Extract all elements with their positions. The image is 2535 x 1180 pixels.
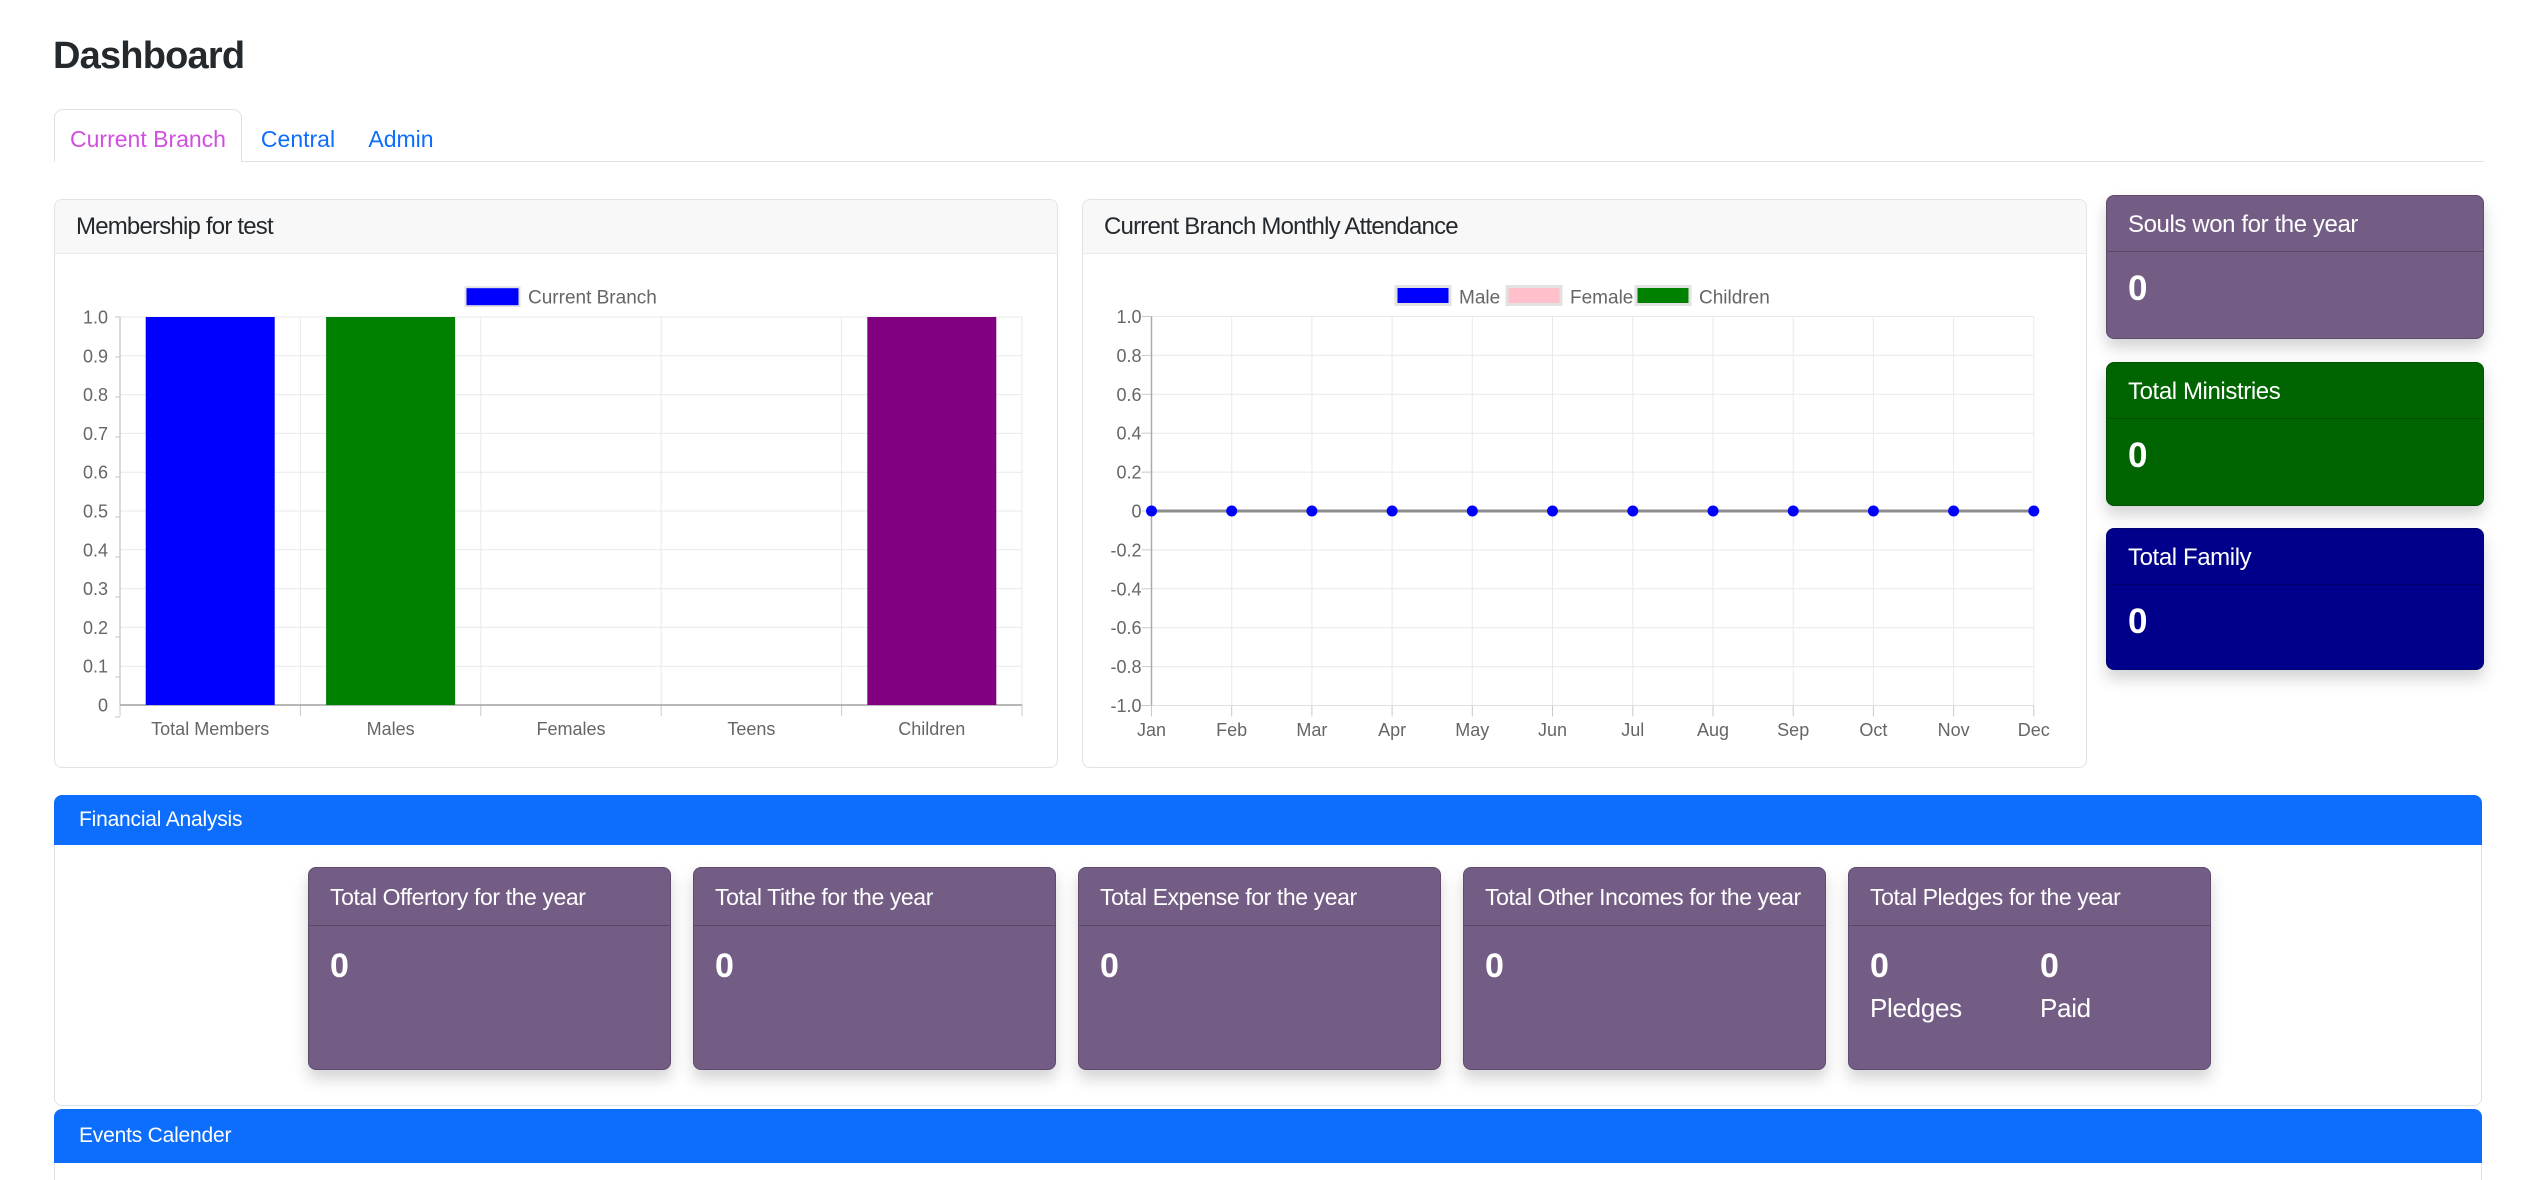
svg-text:Mar: Mar [1296, 720, 1327, 740]
svg-text:Aug: Aug [1697, 720, 1729, 740]
svg-text:0.6: 0.6 [1116, 385, 1141, 405]
svg-text:Total Members: Total Members [151, 719, 269, 739]
svg-text:0.9: 0.9 [83, 346, 108, 366]
svg-text:Males: Males [367, 719, 415, 739]
svg-text:0: 0 [1131, 502, 1141, 522]
svg-text:0.2: 0.2 [83, 618, 108, 638]
svg-text:0.4: 0.4 [1116, 424, 1141, 444]
svg-text:0.3: 0.3 [83, 579, 108, 599]
svg-text:0.2: 0.2 [1116, 463, 1141, 483]
svg-text:Apr: Apr [1378, 720, 1406, 740]
svg-text:Feb: Feb [1216, 720, 1247, 740]
svg-text:1.0: 1.0 [83, 308, 108, 328]
svg-text:Nov: Nov [1938, 720, 1970, 740]
svg-text:-0.2: -0.2 [1110, 540, 1141, 560]
svg-text:-1.0: -1.0 [1110, 696, 1141, 716]
svg-text:Jun: Jun [1538, 720, 1567, 740]
svg-text:-0.6: -0.6 [1110, 618, 1141, 638]
svg-text:Children: Children [898, 719, 965, 739]
svg-text:Current Branch: Current Branch [528, 288, 657, 309]
svg-text:0.7: 0.7 [83, 424, 108, 444]
svg-text:0: 0 [98, 696, 108, 716]
svg-text:Female: Female [1570, 288, 1633, 309]
svg-text:1.0: 1.0 [1116, 307, 1141, 327]
svg-text:0.8: 0.8 [83, 385, 108, 405]
svg-text:Sep: Sep [1777, 720, 1809, 740]
svg-text:Oct: Oct [1859, 720, 1887, 740]
svg-text:0.4: 0.4 [83, 540, 108, 560]
svg-text:Jul: Jul [1621, 720, 1644, 740]
svg-text:Dec: Dec [2018, 720, 2050, 740]
svg-text:May: May [1455, 720, 1489, 740]
svg-text:Male: Male [1459, 288, 1500, 309]
svg-text:Jan: Jan [1137, 720, 1166, 740]
svg-text:-0.8: -0.8 [1110, 657, 1141, 677]
svg-text:0.8: 0.8 [1116, 346, 1141, 366]
svg-text:0.5: 0.5 [83, 502, 108, 522]
svg-text:Children: Children [1699, 288, 1770, 309]
svg-text:Females: Females [536, 719, 605, 739]
svg-text:0.6: 0.6 [83, 463, 108, 483]
svg-text:0.1: 0.1 [83, 657, 108, 677]
svg-text:-0.4: -0.4 [1110, 579, 1141, 599]
svg-text:Teens: Teens [727, 719, 775, 739]
